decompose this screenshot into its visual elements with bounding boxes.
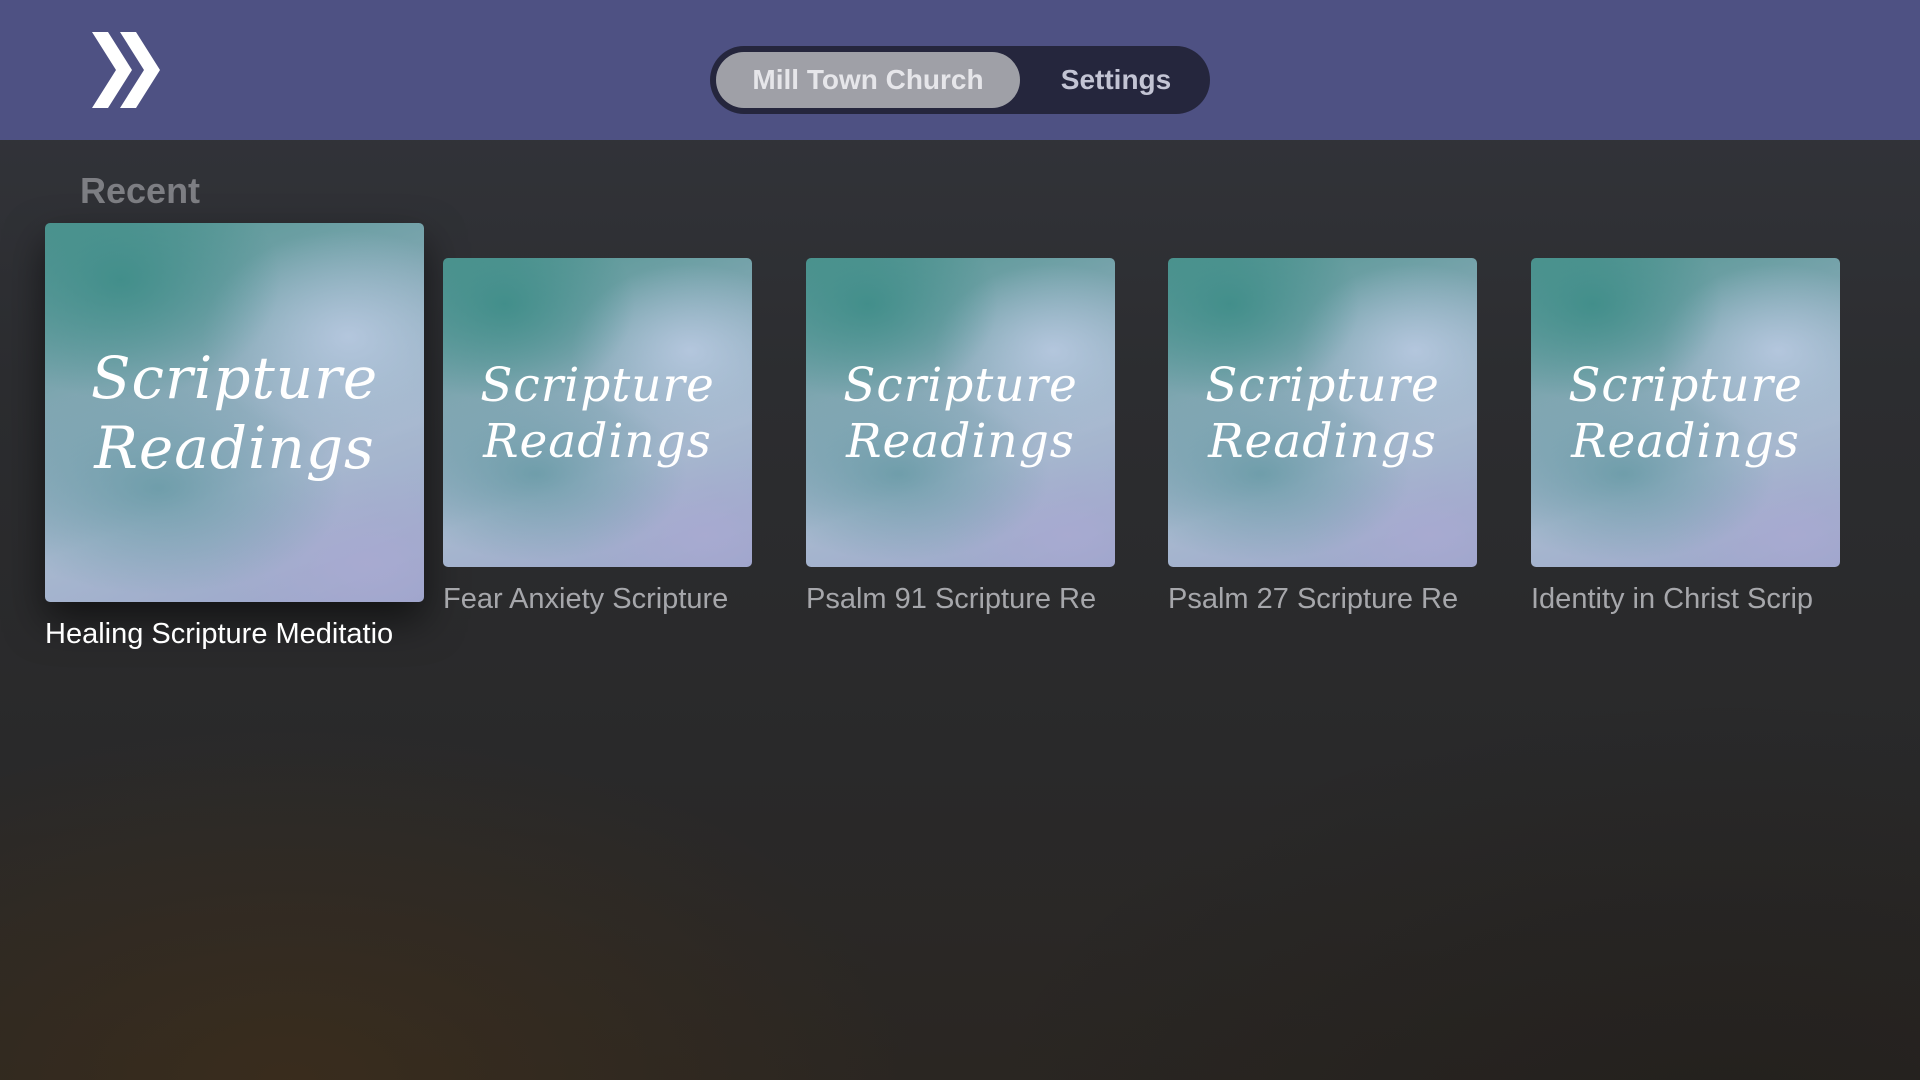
- artwork-image: Scripture Readings: [45, 223, 424, 602]
- artwork-text-line1: Scripture: [1568, 358, 1803, 413]
- artwork-text-line1: Scripture: [843, 358, 1078, 413]
- top-bar: Mill Town Church Settings: [0, 0, 1920, 140]
- tab-mill-town-church[interactable]: Mill Town Church: [716, 52, 1020, 108]
- artwork-image: Scripture Readings: [806, 258, 1115, 567]
- item-caption: Identity in Christ Scrip: [1531, 583, 1814, 615]
- artwork-text-line1: Scripture: [480, 358, 715, 413]
- item-caption: Fear Anxiety Scripture: [443, 583, 729, 615]
- double-chevron-right-icon[interactable]: [92, 32, 162, 108]
- section-title-recent: Recent: [80, 170, 201, 211]
- item-caption: Psalm 27 Scripture Re: [1168, 583, 1459, 615]
- item-caption: Psalm 91 Scripture Re: [806, 583, 1097, 615]
- artwork-image: Scripture Readings: [1531, 258, 1840, 567]
- item-caption: Healing Scripture Meditatio: [45, 618, 394, 650]
- artwork-text-line2: Readings: [1208, 414, 1437, 469]
- tab-bar: Mill Town Church Settings: [710, 46, 1210, 114]
- tab-settings[interactable]: Settings: [1026, 52, 1206, 108]
- artwork-text-line1: Scripture: [1205, 358, 1440, 413]
- artwork-text-line1: Scripture: [90, 344, 379, 412]
- artwork-text-line2: Readings: [94, 414, 375, 482]
- artwork-image: Scripture Readings: [1168, 258, 1477, 567]
- artwork-text-line2: Readings: [1571, 414, 1800, 469]
- artwork-text-line2: Readings: [846, 414, 1075, 469]
- artwork-text-line2: Readings: [483, 414, 712, 469]
- artwork-image: Scripture Readings: [443, 258, 752, 567]
